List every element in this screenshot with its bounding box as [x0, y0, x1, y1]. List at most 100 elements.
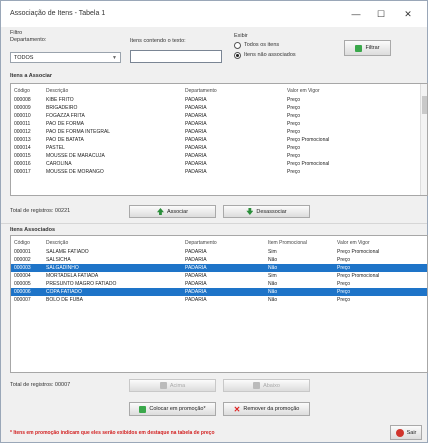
associated-grid[interactable]: Código Descrição Departamento Item Promo… — [10, 235, 428, 373]
col-description[interactable]: Descrição — [46, 239, 68, 247]
table-row[interactable]: 000011 PAO DE FORMA PADARIA Preço — [11, 120, 427, 128]
table-cell: PADARIA — [185, 121, 207, 127]
table-cell: 000006 — [14, 289, 31, 295]
exit-icon — [395, 428, 404, 437]
table-cell: PADARIA — [185, 265, 207, 271]
table-row[interactable]: 000012 PAO DE FORMA INTEGRAL PADARIA Preço — [11, 128, 427, 136]
col-value[interactable]: Valor em Vigor — [287, 87, 320, 95]
item-text-label: Itens contendo o texto: — [130, 38, 186, 44]
associate-button-label: Associar — [166, 208, 189, 215]
table-cell: Preço — [337, 297, 351, 303]
arrow-up-icon — [156, 208, 164, 215]
table-cell: 000001 — [14, 249, 31, 255]
table-row[interactable]: 000009 BRIGADEIRO PADARIA Preço — [11, 104, 427, 112]
table-cell: Não — [268, 281, 278, 287]
table-cell: SALAME FATIADO — [46, 249, 89, 255]
associate-button[interactable]: Associar — [129, 205, 216, 218]
table-cell: FOGAZZA FRITA — [46, 113, 85, 119]
table-cell: SALGADINHO — [46, 265, 79, 271]
close-button[interactable]: ✕ — [399, 7, 417, 21]
table-row[interactable]: 000006 COPA FATIADO PADARIA Não Preço — [11, 288, 427, 296]
col-department[interactable]: Departamento — [185, 239, 217, 247]
all-items-radio[interactable] — [234, 42, 241, 49]
table-cell: SALSICHA — [46, 257, 71, 263]
table-cell: Não — [268, 297, 278, 303]
table-cell: 000014 — [14, 145, 31, 151]
table-cell: PADARIA — [185, 153, 207, 159]
vertical-scrollbar[interactable] — [420, 84, 427, 195]
move-up-button[interactable]: Acima — [129, 379, 216, 392]
table-cell: Preço — [287, 129, 301, 135]
table-cell: 000008 — [14, 97, 31, 103]
table-cell: 000010 — [14, 113, 31, 119]
table-cell: Não — [268, 257, 278, 263]
table-cell: MOUSSE DE MARACUJA — [46, 153, 105, 159]
table-row[interactable]: 000002 SALSICHA PADARIA Não Preço — [11, 256, 427, 264]
table-row[interactable]: 000004 MORTADELA FATIADA PADARIA Sim Preço P… — [11, 272, 427, 280]
col-promo-item[interactable]: Item Promocional — [268, 239, 307, 247]
put-in-promotion-button[interactable]: Colocar em promoção* — [129, 402, 216, 416]
table-row[interactable]: 000008 KIBE FRITO PADARIA Preço — [11, 96, 427, 104]
table-cell: 000016 — [14, 161, 31, 167]
table-row[interactable]: 000005 PRESUNTO MAGRO FATIADO PADARIA Não Pr… — [11, 280, 427, 288]
unassociated-items-radio[interactable] — [234, 52, 241, 59]
all-items-label: Todos os itens — [244, 42, 280, 48]
table-cell: 000005 — [14, 281, 31, 287]
maximize-button[interactable]: ☐ — [372, 7, 390, 21]
table-cell: PADARIA — [185, 281, 207, 287]
exit-button[interactable]: Sair — [390, 425, 422, 440]
table-row[interactable]: 000001 SALAME FATIADO PADARIA Sim Preço Prom… — [11, 248, 427, 256]
exit-button-label: Sair — [406, 429, 417, 436]
to-associate-grid[interactable]: Código Descrição Departamento Valor em V… — [10, 83, 428, 196]
col-description[interactable]: Descrição — [46, 87, 68, 95]
item-text-input[interactable] — [130, 50, 222, 63]
table-row[interactable]: 000015 MOUSSE DE MARACUJA PADARIA Preço — [11, 152, 427, 160]
table-cell: Preço — [287, 145, 301, 151]
table-cell: 000013 — [14, 137, 31, 143]
table-row[interactable]: 000017 MOUSSE DE MORANGO PADARIA Preço — [11, 168, 427, 176]
minimize-button[interactable]: — — [347, 7, 365, 21]
table-cell: Sim — [268, 273, 277, 279]
divider — [1, 223, 427, 224]
table-row[interactable]: 000016 CAROLINA PADARIA Preço Promocional — [11, 160, 427, 168]
table-cell: 000007 — [14, 297, 31, 303]
filter-button-label: Filtrar — [365, 45, 380, 51]
arrow-up-icon — [159, 382, 167, 389]
filter-group-label: Filtro — [10, 30, 23, 36]
table-row[interactable]: 000013 PAO DE BATATA PADARIA Preço Promocio… — [11, 136, 427, 144]
associated-total: Total de registros: 00007 — [10, 382, 71, 388]
grid-header: Código Descrição Departamento Valor em V… — [11, 87, 427, 95]
table-cell: PADARIA — [185, 105, 207, 111]
table-row[interactable]: 000010 FOGAZZA FRITA PADARIA Preço — [11, 112, 427, 120]
table-cell: PADARIA — [185, 169, 207, 175]
window-title: Associação de Itens - Tabela 1 — [10, 10, 106, 17]
scrollbar-thumb[interactable] — [422, 96, 427, 114]
table-cell: BRIGADEIRO — [46, 105, 78, 111]
move-down-button[interactable]: Abaixo — [223, 379, 310, 392]
table-cell: Preço Promocional — [337, 249, 380, 255]
table-cell: Sim — [268, 249, 277, 255]
col-code[interactable]: Código — [14, 87, 30, 95]
remove-from-promotion-button[interactable]: ✕ Remover da promoção — [223, 402, 310, 416]
put-in-promotion-label: Colocar em promoção* — [149, 406, 206, 412]
department-select[interactable]: TODOS ▼ — [10, 52, 121, 63]
table-cell: Preço — [287, 153, 301, 159]
table-row[interactable]: 000003 SALGADINHO PADARIA Não Preço — [11, 264, 427, 272]
table-cell: MOUSSE DE MORANGO — [46, 169, 104, 175]
close-icon: ✕ — [233, 404, 241, 414]
table-cell: PADARIA — [185, 137, 207, 143]
col-value[interactable]: Valor em Vigor — [337, 239, 370, 247]
table-cell: Preço — [287, 113, 301, 119]
show-label: Exibir — [234, 33, 248, 39]
table-cell: Preço — [287, 169, 301, 175]
col-code[interactable]: Código — [14, 239, 30, 247]
table-cell: 000003 — [14, 265, 31, 271]
filter-button[interactable]: Filtrar — [344, 40, 391, 56]
table-cell: 000002 — [14, 257, 31, 263]
table-cell: Preço Promocional — [337, 273, 380, 279]
disassociate-button[interactable]: Desassociar — [223, 205, 310, 218]
promotion-footnote: * Itens em promoção indicam que eles ser… — [10, 430, 215, 436]
table-row[interactable]: 000007 BOLO DE FUBA PADARIA Não Preço — [11, 296, 427, 304]
table-row[interactable]: 000014 PASTEL PADARIA Preço — [11, 144, 427, 152]
col-department[interactable]: Departamento — [185, 87, 217, 95]
